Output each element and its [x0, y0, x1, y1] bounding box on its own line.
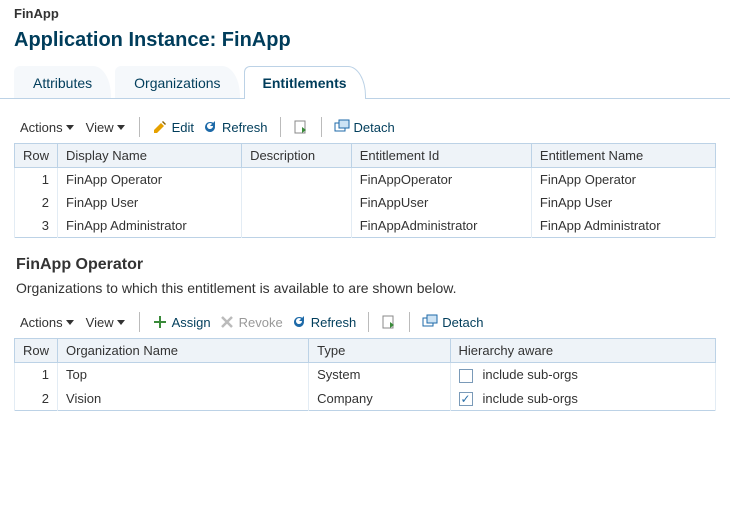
page-title: Application Instance: FinApp [0, 23, 730, 66]
col-entitlement-name[interactable]: Entitlement Name [531, 144, 715, 168]
caret-icon [66, 320, 74, 325]
col-entitlement-id[interactable]: Entitlement Id [351, 144, 531, 168]
refresh-button[interactable]: Refresh [200, 117, 270, 137]
table-row[interactable]: 1FinApp OperatorFinAppOperatorFinApp Ope… [15, 168, 716, 192]
cell-description [242, 168, 352, 192]
col-hierarchy[interactable]: Hierarchy aware [450, 339, 716, 363]
detach-icon [334, 119, 350, 135]
cell-entitlement-id: FinAppUser [351, 191, 531, 214]
x-icon [219, 314, 235, 330]
cell-type: System [309, 363, 450, 387]
hierarchy-checkbox[interactable] [459, 369, 473, 383]
tab-attributes[interactable]: Attributes [14, 66, 111, 99]
separator [139, 312, 140, 332]
table-row[interactable]: 2VisionCompany include sub-orgs [15, 387, 716, 411]
cell-hierarchy: include sub-orgs [450, 363, 716, 387]
table-row[interactable]: 2FinApp UserFinAppUserFinApp User [15, 191, 716, 214]
detach-button[interactable]: Detach [332, 117, 397, 137]
refresh-icon [202, 119, 218, 135]
cell-entitlement-name: FinApp Administrator [531, 214, 715, 238]
cell-entitlement-id: FinAppAdministrator [351, 214, 531, 238]
edit-label: Edit [172, 120, 194, 135]
breadcrumb: FinApp [0, 0, 730, 23]
edit-button[interactable]: Edit [150, 117, 196, 137]
caret-icon [66, 125, 74, 130]
export-icon [381, 314, 397, 330]
table-row[interactable]: 1TopSystem include sub-orgs [15, 363, 716, 387]
col-row[interactable]: Row [15, 144, 58, 168]
plus-icon [152, 314, 168, 330]
cell-org-name: Vision [58, 387, 309, 411]
hierarchy-checkbox[interactable] [459, 392, 473, 406]
caret-icon [117, 125, 125, 130]
entitlements-table: Row Display Name Description Entitlement… [14, 143, 716, 238]
cell-display-name: FinApp Operator [58, 168, 242, 192]
detail-heading: FinApp Operator [14, 238, 716, 278]
cell-description [242, 214, 352, 238]
separator [280, 117, 281, 137]
actions-label: Actions [20, 315, 63, 330]
separator [139, 117, 140, 137]
actions-label: Actions [20, 120, 63, 135]
export-button[interactable] [379, 312, 399, 332]
hierarchy-label: include sub-orgs [483, 367, 578, 382]
assign-label: Assign [172, 315, 211, 330]
orgs-table: Row Organization Name Type Hierarchy awa… [14, 338, 716, 411]
export-button[interactable] [291, 117, 311, 137]
revoke-button[interactable]: Revoke [217, 312, 285, 332]
col-type[interactable]: Type [309, 339, 450, 363]
export-icon [293, 119, 309, 135]
revoke-label: Revoke [239, 315, 283, 330]
cell-display-name: FinApp Administrator [58, 214, 242, 238]
cell-rownum: 3 [15, 214, 58, 238]
cell-display-name: FinApp User [58, 191, 242, 214]
refresh-label: Refresh [311, 315, 357, 330]
cell-rownum: 1 [15, 168, 58, 192]
entitlements-toolbar: Actions View Edit Refresh [14, 113, 716, 143]
cell-hierarchy: include sub-orgs [450, 387, 716, 411]
view-menu[interactable]: View [82, 118, 129, 137]
separator [409, 312, 410, 332]
detach-label: Detach [442, 315, 483, 330]
orgs-toolbar: Actions View Assign Revoke Refresh [14, 308, 716, 338]
separator [368, 312, 369, 332]
cell-entitlement-name: FinApp Operator [531, 168, 715, 192]
cell-type: Company [309, 387, 450, 411]
col-row[interactable]: Row [15, 339, 58, 363]
cell-entitlement-name: FinApp User [531, 191, 715, 214]
refresh-button[interactable]: Refresh [289, 312, 359, 332]
view-label: View [86, 120, 114, 135]
cell-rownum: 2 [15, 387, 58, 411]
view-menu[interactable]: View [82, 313, 129, 332]
col-org-name[interactable]: Organization Name [58, 339, 309, 363]
cell-entitlement-id: FinAppOperator [351, 168, 531, 192]
hierarchy-label: include sub-orgs [483, 391, 578, 406]
detail-description: Organizations to which this entitlement … [14, 278, 716, 308]
refresh-icon [291, 314, 307, 330]
assign-button[interactable]: Assign [150, 312, 213, 332]
actions-menu[interactable]: Actions [16, 313, 78, 332]
cell-description [242, 191, 352, 214]
pencil-icon [152, 119, 168, 135]
separator [321, 117, 322, 137]
cell-rownum: 2 [15, 191, 58, 214]
col-description[interactable]: Description [242, 144, 352, 168]
caret-icon [117, 320, 125, 325]
table-row[interactable]: 3FinApp AdministratorFinAppAdministrator… [15, 214, 716, 238]
tab-organizations[interactable]: Organizations [115, 66, 239, 99]
cell-rownum: 1 [15, 363, 58, 387]
view-label: View [86, 315, 114, 330]
tab-entitlements[interactable]: Entitlements [244, 66, 366, 99]
detach-icon [422, 314, 438, 330]
tab-bar: Attributes Organizations Entitlements [0, 66, 730, 99]
detach-label: Detach [354, 120, 395, 135]
actions-menu[interactable]: Actions [16, 118, 78, 137]
refresh-label: Refresh [222, 120, 268, 135]
cell-org-name: Top [58, 363, 309, 387]
detach-button[interactable]: Detach [420, 312, 485, 332]
col-display-name[interactable]: Display Name [58, 144, 242, 168]
